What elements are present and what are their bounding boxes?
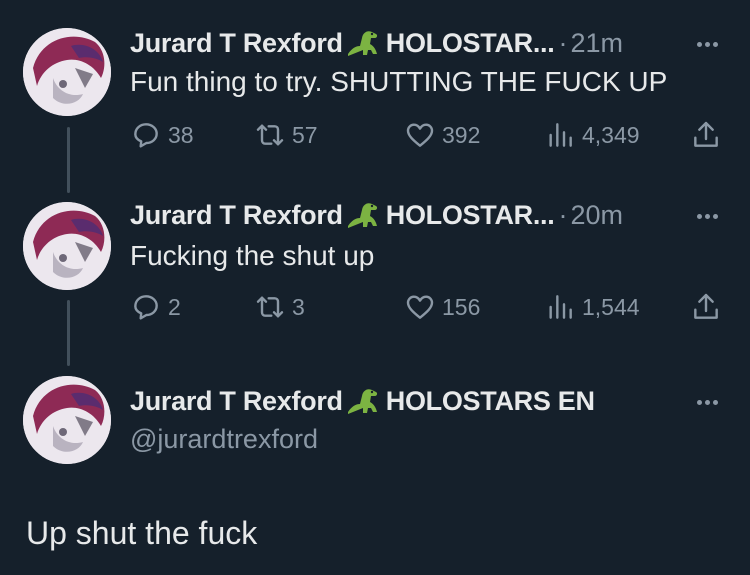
views-button[interactable]: 4,349 xyxy=(544,115,640,155)
avatar[interactable] xyxy=(23,202,111,290)
view-count: 1,544 xyxy=(582,293,640,320)
more-icon[interactable] xyxy=(697,42,718,47)
heart-icon xyxy=(404,119,436,151)
retweet-button[interactable]: 3 xyxy=(254,287,305,327)
share-icon xyxy=(690,291,722,323)
tweet-header: Jurard T Rexford HOLOSTAR... · 20m xyxy=(130,198,623,232)
display-name[interactable]: Jurard T Rexford xyxy=(130,386,343,417)
retweet-icon xyxy=(254,119,286,151)
tweet-header: Jurard T Rexford HOLOSTARS EN xyxy=(130,384,595,418)
avatar[interactable] xyxy=(23,376,111,464)
more-icon[interactable] xyxy=(697,214,718,219)
reply-icon xyxy=(130,291,162,323)
like-button[interactable]: 156 xyxy=(404,287,480,327)
dinosaur-emoji-icon xyxy=(344,26,384,60)
retweet-button[interactable]: 57 xyxy=(254,115,318,155)
share-button[interactable] xyxy=(690,287,722,327)
thread-connector xyxy=(67,127,70,193)
affiliation-label: HOLOSTARS EN xyxy=(385,385,595,416)
avatar[interactable] xyxy=(23,28,111,116)
share-icon xyxy=(690,119,722,151)
thread-connector xyxy=(67,300,70,366)
reply-icon xyxy=(130,119,162,151)
dinosaur-emoji-icon xyxy=(344,198,384,232)
reply-count: 38 xyxy=(168,121,194,148)
tweet-text: Up shut the fuck xyxy=(26,515,258,551)
view-count: 4,349 xyxy=(582,121,640,148)
display-name[interactable]: Jurard T Rexford xyxy=(130,28,343,59)
views-icon xyxy=(544,119,576,151)
like-button[interactable]: 392 xyxy=(404,115,480,155)
action-bar: 38 57 392 4,349 xyxy=(130,115,725,155)
affiliation-label: HOLOSTAR... xyxy=(385,199,555,230)
separator: · xyxy=(558,199,568,230)
retweet-count: 57 xyxy=(292,121,318,148)
timestamp[interactable]: 21m xyxy=(570,28,623,59)
heart-icon xyxy=(404,291,436,323)
reply-button[interactable]: 2 xyxy=(130,287,181,327)
user-handle[interactable]: @jurardtrexford xyxy=(130,424,318,455)
reply-count: 2 xyxy=(168,293,181,320)
reply-button[interactable]: 38 xyxy=(130,115,194,155)
action-bar: 2 3 156 1,544 xyxy=(130,287,725,327)
views-button[interactable]: 1,544 xyxy=(544,287,640,327)
retweet-icon xyxy=(254,291,286,323)
timestamp[interactable]: 20m xyxy=(570,200,623,231)
display-name[interactable]: Jurard T Rexford xyxy=(130,200,343,231)
share-button[interactable] xyxy=(690,115,722,155)
tweet-text: Fucking the shut up xyxy=(130,240,375,271)
more-icon[interactable] xyxy=(697,400,718,405)
dinosaur-emoji-icon xyxy=(344,384,384,418)
views-icon xyxy=(544,291,576,323)
tweet-header: Jurard T Rexford HOLOSTAR... · 21m xyxy=(130,26,623,60)
like-count: 156 xyxy=(442,293,481,320)
like-count: 392 xyxy=(442,121,481,148)
separator: · xyxy=(558,27,568,58)
retweet-count: 3 xyxy=(292,293,305,320)
affiliation-label: HOLOSTAR... xyxy=(385,27,555,58)
tweet-text: Fun thing to try. SHUTTING THE FUCK UP xyxy=(130,66,668,97)
